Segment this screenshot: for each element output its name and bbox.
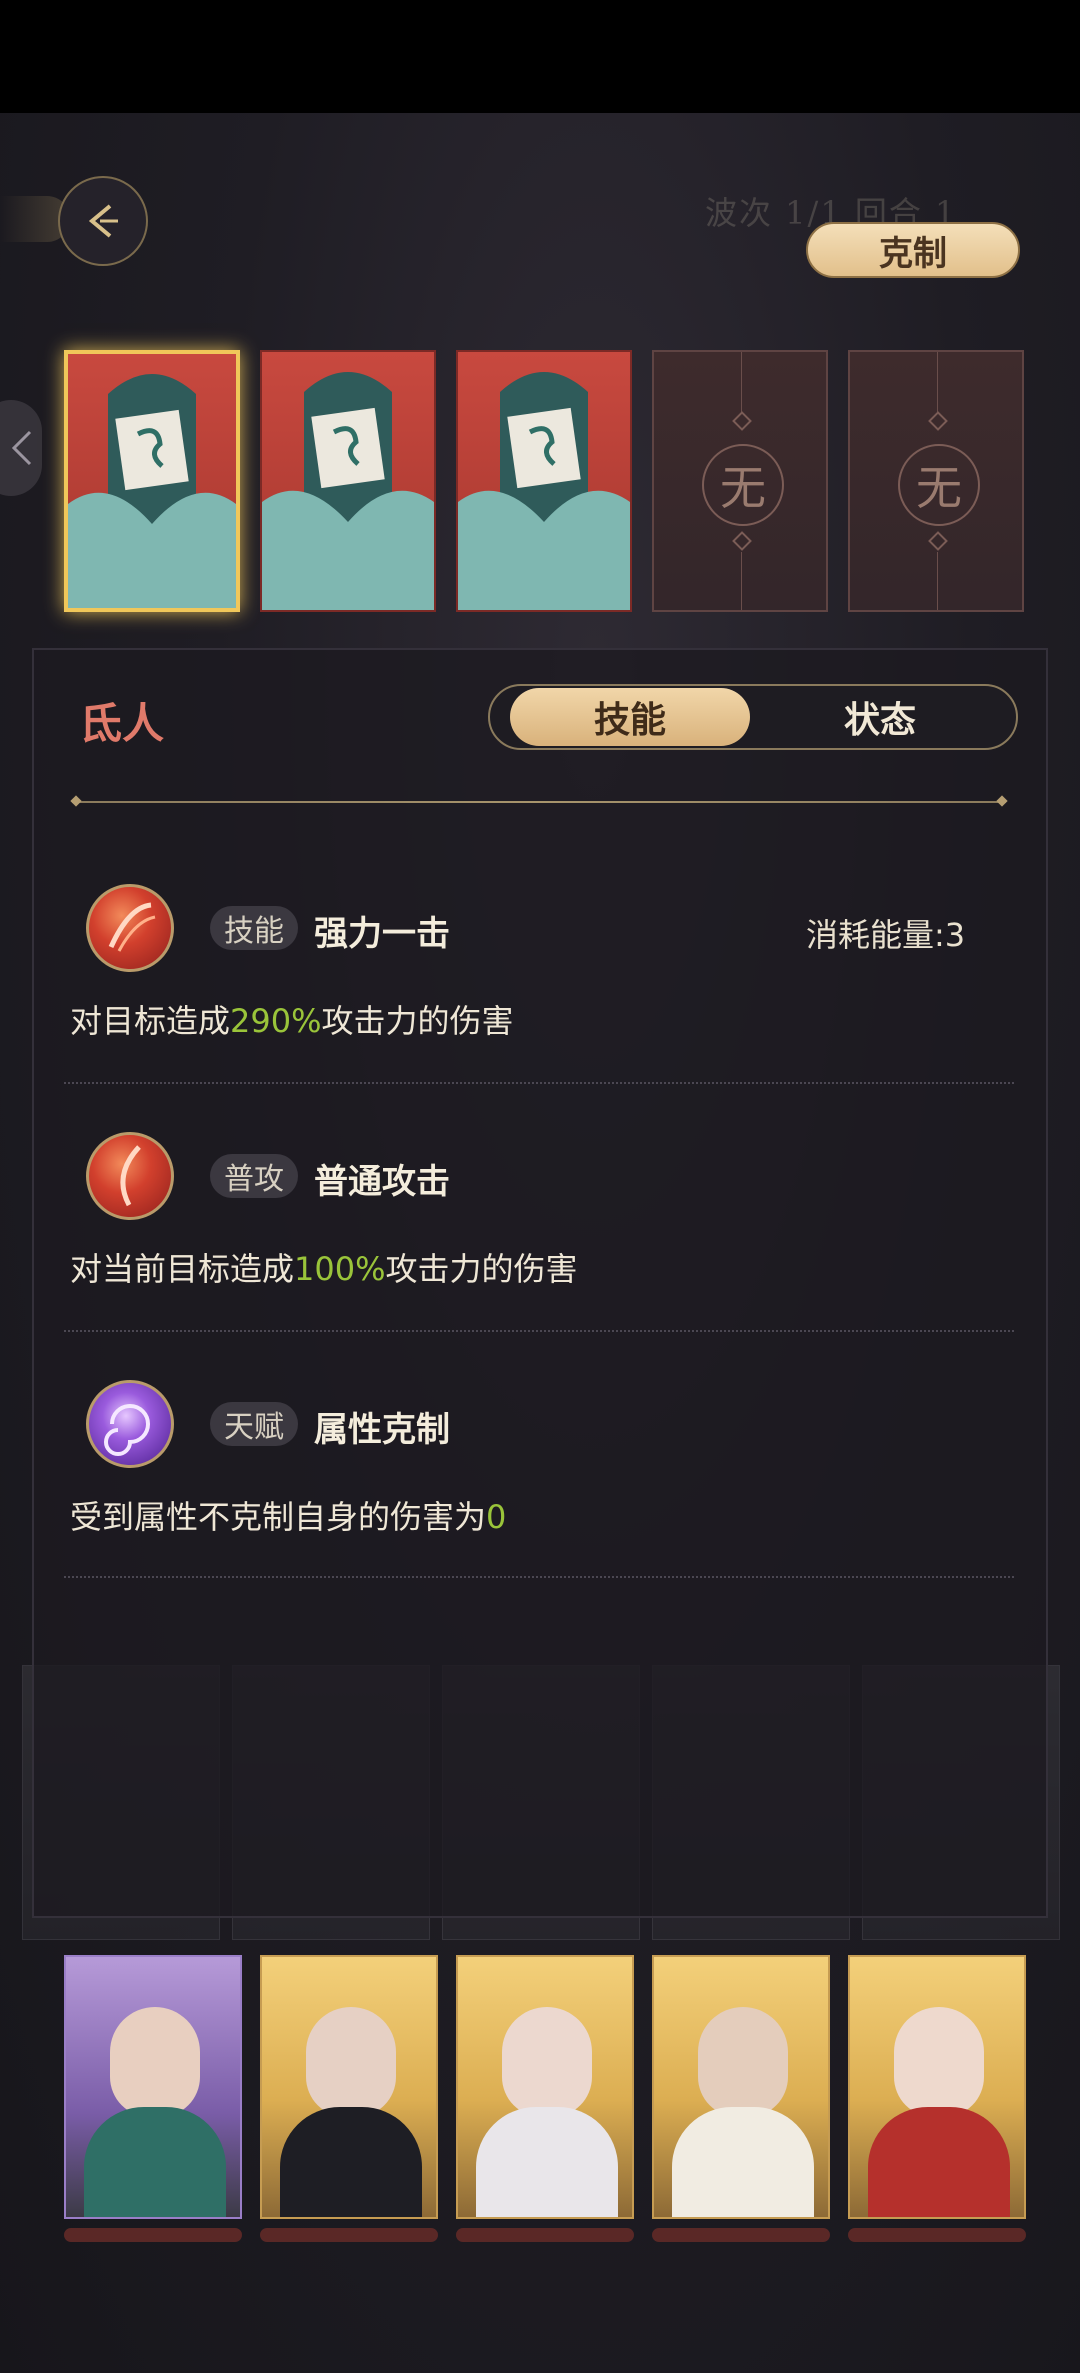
masked-enemy-portrait (262, 372, 434, 610)
side-drawer-tab[interactable] (0, 400, 42, 496)
empty-slot-5: 无 (848, 350, 1024, 612)
tab-skills[interactable]: 技能 (510, 688, 750, 746)
back-arrow-icon (88, 204, 118, 238)
skill-separator (64, 1330, 1014, 1332)
skill-value: 0 (486, 1498, 507, 1536)
skill-type-tag: 普攻 (210, 1154, 298, 1198)
skill-separator (64, 1082, 1014, 1084)
masked-enemy-portrait (68, 374, 236, 608)
slash-icon (86, 884, 174, 972)
empty-slot-4: 无 (652, 350, 828, 612)
back-button[interactable] (58, 176, 148, 266)
skill-name: 普通攻击 (314, 1162, 450, 1202)
hero-portrait (894, 2007, 984, 2117)
chevron-left-icon (11, 430, 32, 466)
hero-portrait (110, 2007, 200, 2117)
section-divider (72, 801, 1006, 803)
counter-button[interactable]: 克制 (806, 222, 1020, 278)
energy-cost: 消耗能量:3 (806, 916, 966, 954)
skill-value: 100% (294, 1250, 386, 1288)
skill-name: 强力一击 (314, 914, 450, 954)
empty-slot-label: 无 (898, 444, 980, 526)
hero-portrait (306, 2007, 396, 2117)
tab-status[interactable]: 状态 (760, 688, 1000, 746)
enemy-card-1[interactable] (64, 350, 240, 612)
skill-type-tag: 天赋 (210, 1402, 298, 1446)
vortex-icon (86, 1380, 174, 1468)
enemy-card-3[interactable] (456, 350, 632, 612)
status-bar (0, 0, 1080, 113)
skill-description: 对目标造成290%攻击力的伤害 (70, 1002, 514, 1040)
empty-slot-label: 无 (702, 444, 784, 526)
hero-card-1[interactable] (64, 1955, 242, 2219)
info-tabs: 技能 状态 (488, 684, 1018, 750)
hero-hp-bar (260, 2228, 438, 2242)
hero-hp-bar (652, 2228, 830, 2242)
hero-hp-bar (456, 2228, 634, 2242)
hero-portrait (698, 2007, 788, 2117)
enemy-card-2[interactable] (260, 350, 436, 612)
hero-card-5[interactable] (848, 1955, 1026, 2219)
hero-card-3[interactable] (456, 1955, 634, 2219)
hero-portrait (502, 2007, 592, 2117)
skill-description: 受到属性不克制自身的伤害为0 (70, 1498, 507, 1536)
masked-enemy-portrait (458, 372, 630, 610)
skill-separator (64, 1576, 1014, 1578)
skill-type-tag: 技能 (210, 906, 298, 950)
strike-icon (86, 1132, 174, 1220)
hero-hp-bar (64, 2228, 242, 2242)
hero-card-2[interactable] (260, 1955, 438, 2219)
character-name: 氐人 (80, 699, 165, 748)
hero-hp-bar (848, 2228, 1026, 2242)
hero-card-4[interactable] (652, 1955, 830, 2219)
skill-description: 对当前目标造成100%攻击力的伤害 (70, 1250, 578, 1288)
skill-name: 属性克制 (314, 1410, 450, 1450)
skill-value: 290% (230, 1002, 322, 1040)
